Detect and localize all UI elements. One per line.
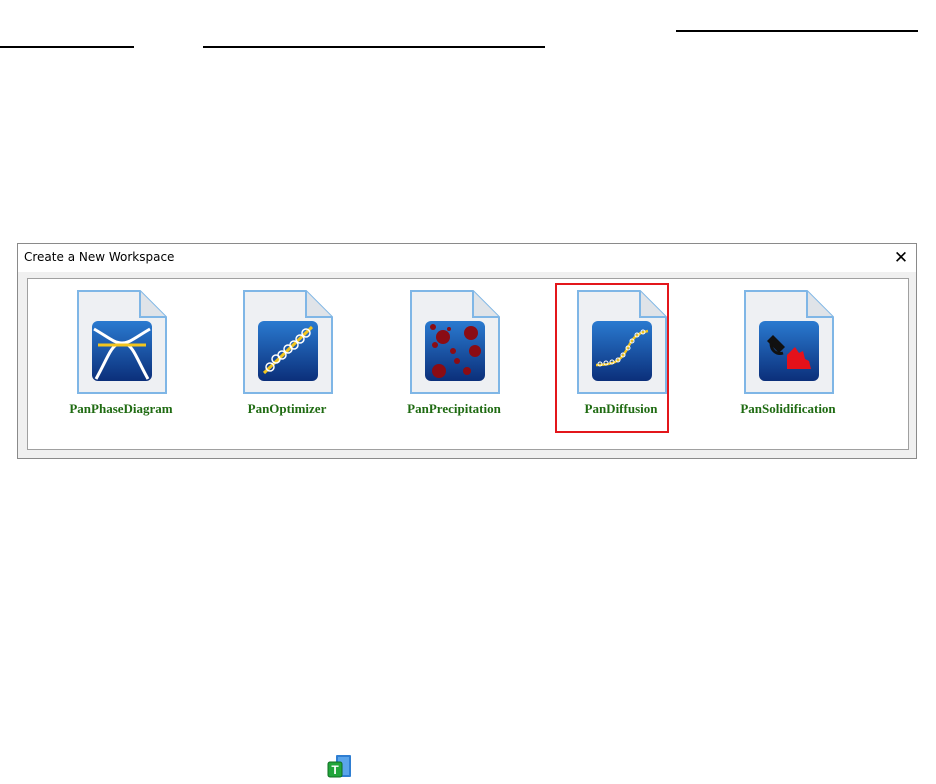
solidification-icon <box>744 290 834 394</box>
workspace-item-panoptimizer[interactable]: PanOptimizer <box>222 279 352 439</box>
workspace-item-label: PanOptimizer <box>247 401 327 416</box>
underline-1 <box>676 30 918 32</box>
dialog-titlebar: Create a New Workspace ✕ <box>18 244 916 272</box>
workspace-item-label: PanSolidification <box>740 401 836 416</box>
phase-diagram-icon <box>77 290 167 394</box>
icon-letter: T <box>331 763 339 777</box>
close-button[interactable]: ✕ <box>886 244 916 272</box>
workspace-item-label: PanPhaseDiagram <box>69 401 173 416</box>
underline-3 <box>203 46 545 48</box>
selection-highlight <box>555 283 669 433</box>
workspace-item-panprecipitation[interactable]: PanPrecipitation <box>389 279 519 439</box>
workspace-item-label: PanPrecipitation <box>407 401 501 416</box>
precipitation-icon <box>410 290 500 394</box>
pandat-table-icon[interactable]: T <box>327 754 353 780</box>
dialog-title: Create a New Workspace <box>24 250 175 264</box>
optimizer-icon <box>243 290 333 394</box>
create-workspace-dialog: Create a New Workspace ✕ PanPhaseDiagram <box>17 243 917 459</box>
workspace-item-pansolidification[interactable]: PanSolidification <box>723 279 853 439</box>
workspace-item-panphasediagram[interactable]: PanPhaseDiagram <box>56 279 186 439</box>
workspace-type-list: PanPhaseDiagram PanOptimizer PanPrecipit… <box>27 278 909 450</box>
underline-2 <box>0 46 134 48</box>
